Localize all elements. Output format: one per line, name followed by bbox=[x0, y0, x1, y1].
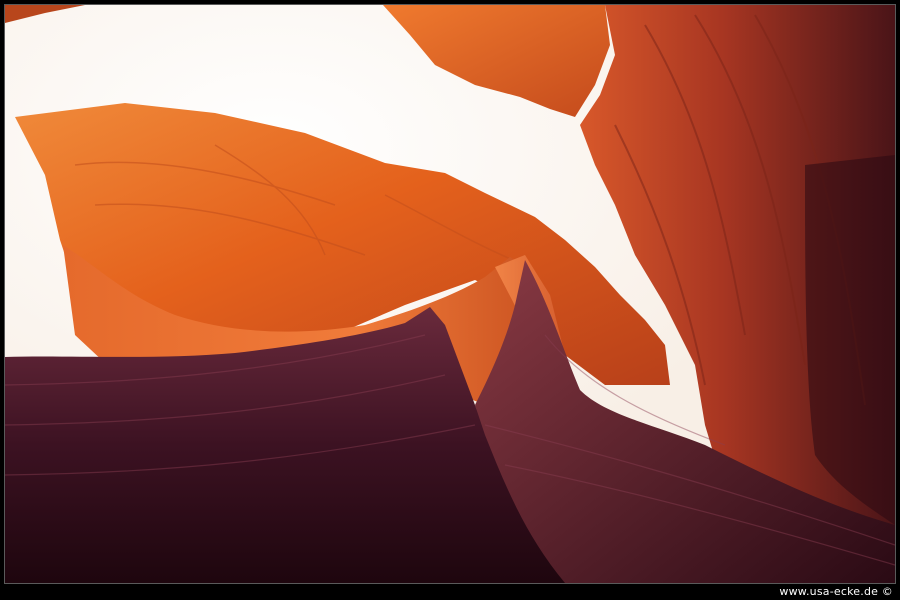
canyon-illustration bbox=[5, 5, 895, 583]
credit-watermark: www.usa-ecke.de © bbox=[779, 585, 893, 598]
canyon-photo bbox=[4, 4, 896, 584]
photo-frame: www.usa-ecke.de © bbox=[0, 0, 900, 600]
